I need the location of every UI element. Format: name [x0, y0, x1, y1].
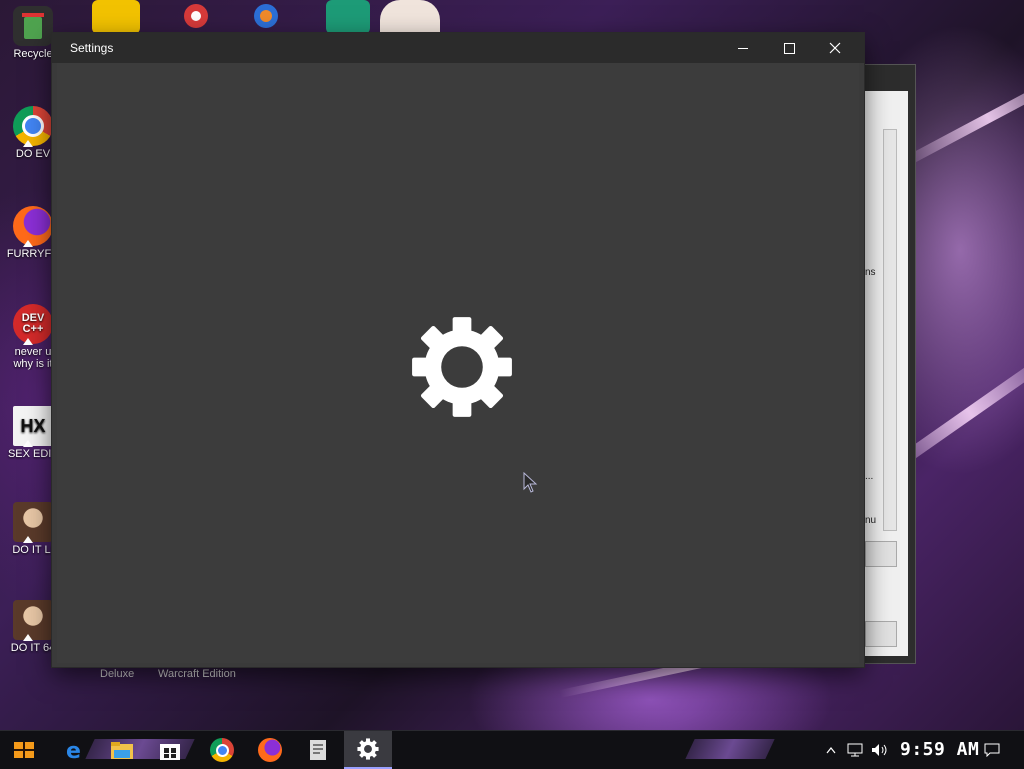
taskbar-decoration	[685, 739, 775, 759]
background-window-button[interactable]	[865, 621, 897, 647]
shortcut-arrow-icon	[23, 338, 33, 345]
desktop-icon-top-2[interactable]	[176, 0, 224, 34]
close-button[interactable]	[812, 33, 858, 63]
network-button[interactable]	[844, 731, 866, 769]
settings-titlebar[interactable]: Settings	[52, 33, 864, 63]
taskbar-clock[interactable]: 9:59 AM	[900, 739, 979, 760]
volume-button[interactable]	[868, 731, 892, 769]
file-explorer-icon	[111, 742, 133, 759]
mouse-pointer-icon	[523, 472, 538, 493]
maximize-button[interactable]	[766, 33, 812, 63]
settings-window[interactable]: Settings	[52, 33, 864, 667]
document-app-button[interactable]	[294, 731, 342, 769]
firefox-button[interactable]	[246, 731, 294, 769]
firefox-icon	[258, 738, 282, 762]
shortcut-arrow-icon	[23, 440, 33, 447]
desktop-icon-top-3[interactable]	[246, 0, 294, 34]
file-explorer-button[interactable]	[98, 731, 146, 769]
svg-text:e: e	[66, 739, 81, 762]
background-window-text: ...	[865, 471, 874, 482]
settings-taskbar-button[interactable]	[344, 731, 392, 769]
chrome-icon	[210, 738, 234, 762]
background-window-text: ns	[865, 267, 876, 278]
window-title: Settings	[70, 41, 114, 55]
start-icon	[14, 742, 34, 758]
desktop-icon-top-5[interactable]	[380, 0, 440, 34]
desktop-icon-label: Warcraft Edition	[158, 668, 236, 680]
recycle-bin-icon	[13, 6, 53, 46]
background-window-client: ns ... nu	[865, 91, 908, 656]
background-window-button[interactable]	[865, 541, 897, 567]
chevron-up-icon	[826, 747, 836, 754]
document-app-icon	[310, 740, 326, 760]
action-center-icon	[984, 743, 1000, 757]
chrome-icon	[13, 106, 53, 147]
portrait-icon	[13, 600, 53, 641]
portrait-icon	[13, 502, 53, 543]
volume-icon	[872, 744, 887, 756]
action-center-button[interactable]	[978, 731, 1006, 769]
desktop-icon-label: Deluxe	[100, 668, 135, 680]
desktop-icon-top-4[interactable]	[326, 0, 370, 34]
close-icon	[829, 42, 841, 54]
store-icon	[160, 744, 180, 760]
store-button[interactable]	[146, 731, 194, 769]
network-icon	[847, 743, 863, 757]
minimize-button[interactable]	[720, 33, 766, 63]
taskbar: e 9:59 AM	[0, 730, 1024, 769]
background-window-scrollbar[interactable]	[883, 129, 897, 531]
dev-cpp-icon: DEV C++	[13, 304, 53, 345]
background-window-text: nu	[865, 515, 877, 526]
edge-icon: e	[66, 739, 81, 762]
shortcut-arrow-icon	[23, 536, 33, 543]
maximize-icon	[783, 42, 795, 54]
settings-loading-area	[57, 63, 859, 663]
wallpaper-light-streak	[897, 66, 1024, 170]
firefox-icon	[13, 206, 53, 247]
background-window[interactable]: ns ... nu	[864, 64, 916, 664]
edge-button[interactable]: e	[50, 731, 98, 769]
chrome-button[interactable]	[198, 731, 246, 769]
show-hidden-icons-button[interactable]	[822, 731, 840, 769]
start-button[interactable]	[0, 731, 48, 769]
minimize-icon	[738, 47, 748, 49]
gear-icon	[412, 317, 512, 417]
desktop-icon-top-1[interactable]	[92, 0, 140, 34]
shortcut-arrow-icon	[23, 240, 33, 247]
hex-editor-icon: HX	[13, 406, 53, 447]
shortcut-arrow-icon	[23, 140, 33, 147]
settings-icon	[357, 738, 379, 760]
shortcut-arrow-icon	[23, 634, 33, 641]
